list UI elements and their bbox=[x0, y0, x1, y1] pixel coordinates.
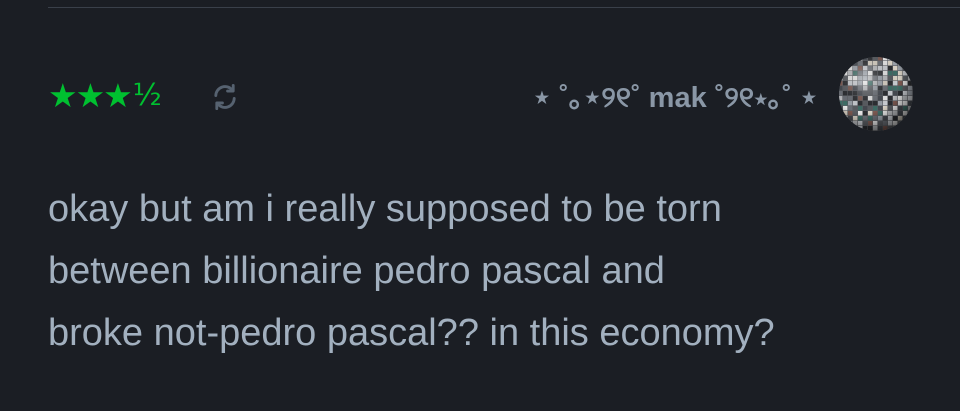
disco-ball-avatar[interactable] bbox=[838, 56, 914, 132]
review-text: okay but am i really supposed to be torn… bbox=[48, 178, 928, 364]
review-line: okay but am i really supposed to be torn bbox=[48, 188, 722, 230]
stars: ★★★ bbox=[48, 76, 133, 115]
review-header: ★★★ ½ ⋆ ˚｡⋆୨୧˚ mak ˚୨୧⋆｡˚ ⋆ bbox=[48, 57, 914, 132]
review-line: between billionaire pedro pascal and bbox=[48, 250, 665, 292]
review-line: broke not-pedro pascal?? in this economy… bbox=[48, 312, 775, 354]
top-divider bbox=[48, 7, 960, 8]
half-star: ½ bbox=[132, 78, 162, 113]
username-link[interactable]: ⋆ ˚｡⋆୨୧˚ mak ˚୨୧⋆｡˚ ⋆ bbox=[533, 80, 818, 116]
star-rating: ★★★ ½ bbox=[48, 78, 162, 114]
rewatch-icon[interactable] bbox=[208, 80, 242, 114]
